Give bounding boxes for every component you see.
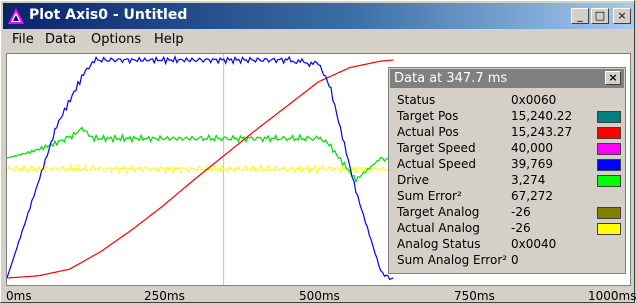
x-axis: 0ms 250ms 500ms 750ms 1000ms <box>1 285 637 304</box>
x-tick-label: 500ms <box>299 289 340 303</box>
data-row: Sum Error² 67,272 <box>397 189 623 205</box>
data-row-label: Status <box>397 93 436 107</box>
data-row: Status 0x0060 <box>397 93 623 109</box>
data-row: Actual Speed 39,769 <box>397 157 623 173</box>
data-row-label: Analog Status <box>397 237 481 251</box>
close-button[interactable]: × <box>613 8 631 24</box>
data-row-value: -26 <box>511 221 531 235</box>
data-row-value: 39,769 <box>511 157 553 171</box>
data-row-label: Actual Pos <box>397 125 459 139</box>
data-panel-title: Data at 347.7 ms <box>394 71 508 86</box>
menu-bar: File Data Options Help <box>3 30 634 51</box>
series-color-swatch[interactable] <box>597 207 621 219</box>
series-color-swatch[interactable] <box>597 223 621 235</box>
title-bar[interactable]: Plot Axis0 - Untitled _ □ × <box>3 3 634 29</box>
x-tick-label: 0ms <box>6 289 32 303</box>
window-title: Plot Axis0 - Untitled <box>29 7 188 23</box>
x-tick-label: 1000ms <box>588 289 637 303</box>
data-row-value: -26 <box>511 205 531 219</box>
data-row-label: Target Speed <box>397 141 476 155</box>
data-row-value: 15,243.27 <box>511 125 573 139</box>
data-row-label: Sum Error² <box>397 189 462 203</box>
x-tick-label: 250ms <box>144 289 185 303</box>
data-row: Target Analog -26 <box>397 205 623 221</box>
data-row-value: 0x0040 <box>511 237 557 251</box>
data-row: Actual Pos 15,243.27 <box>397 125 623 141</box>
data-panel-header[interactable]: Data at 347.7 ms × <box>390 69 624 88</box>
series-color-swatch[interactable] <box>597 175 621 187</box>
maximize-button[interactable]: □ <box>591 8 609 24</box>
data-row: Analog Status 0x0040 <box>397 237 623 253</box>
menu-options[interactable]: Options <box>91 32 141 47</box>
data-row-value: 67,272 <box>511 189 553 203</box>
minimize-button[interactable]: _ <box>571 8 589 24</box>
series-color-swatch[interactable] <box>597 159 621 171</box>
data-row-value: 3,274 <box>511 173 546 187</box>
data-row-label: Drive <box>397 173 429 187</box>
data-row-label: Target Pos <box>397 109 459 123</box>
data-row-value: 0x0060 <box>511 93 557 107</box>
series-color-swatch[interactable] <box>597 143 621 155</box>
app-logo-icon <box>8 8 24 24</box>
data-row: Target Speed 40,000 <box>397 141 623 157</box>
data-row-label: Target Analog <box>397 205 480 219</box>
data-row-value: 0 <box>511 253 519 267</box>
data-row-value: 40,000 <box>511 141 553 155</box>
data-row-value: 15,240.22 <box>511 109 573 123</box>
menu-file[interactable]: File <box>12 32 34 47</box>
plot-window: Plot Axis0 - Untitled _ □ × File Data Op… <box>0 0 637 304</box>
data-row-label: Actual Analog <box>397 221 480 235</box>
data-row: Sum Analog Error² 0 <box>397 253 623 269</box>
data-readout-panel: Data at 347.7 ms × Status 0x0060 Target Po… <box>388 67 626 274</box>
series-color-swatch[interactable] <box>597 127 621 139</box>
data-row: Target Pos 15,240.22 <box>397 109 623 125</box>
menu-help[interactable]: Help <box>154 32 184 47</box>
series-line-drive <box>7 126 394 184</box>
data-row-label: Actual Speed <box>397 157 477 171</box>
series-color-swatch[interactable] <box>597 111 621 123</box>
data-row: Actual Analog -26 <box>397 221 623 237</box>
menu-data[interactable]: Data <box>45 32 76 47</box>
data-row: Drive 3,274 <box>397 173 623 189</box>
x-tick-label: 750ms <box>454 289 495 303</box>
data-panel-close-button[interactable]: × <box>605 71 621 85</box>
series-line-actual-analog <box>7 163 394 175</box>
data-row-label: Sum Analog Error² <box>397 253 508 267</box>
